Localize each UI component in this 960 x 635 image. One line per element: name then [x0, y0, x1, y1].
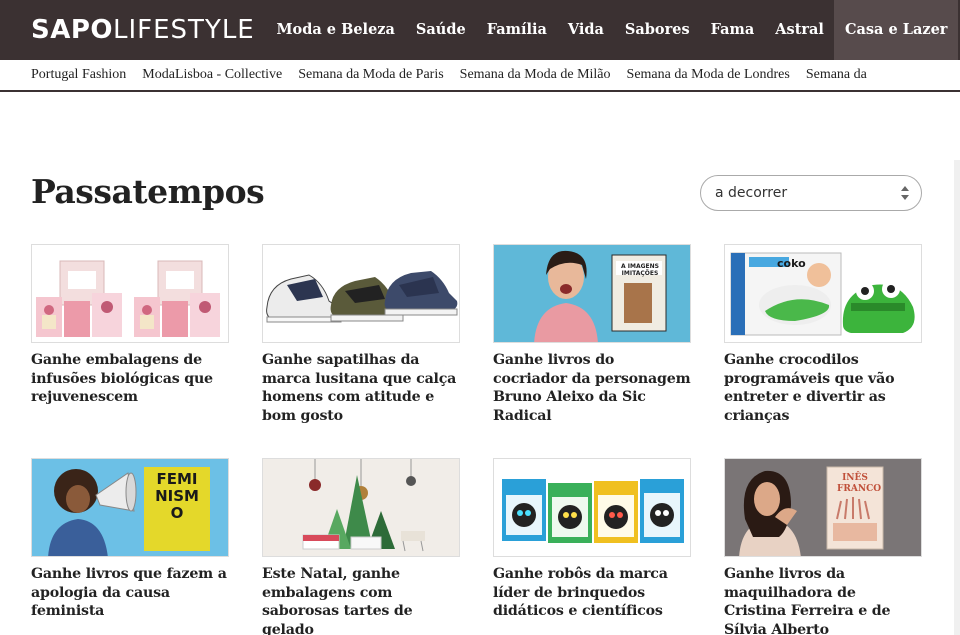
- select-arrows-icon: [901, 186, 909, 200]
- tea-boxes-illustration: [36, 260, 220, 337]
- nav-item-sabores[interactable]: Sabores: [614, 0, 700, 60]
- robot-box-2: [548, 483, 592, 543]
- tea-group-right: [134, 260, 220, 337]
- contest-card[interactable]: A IMAGENS IMITAÇÕES Ganhe livros do cocr…: [493, 244, 691, 425]
- contest-thumbnail-tea[interactable]: [31, 244, 229, 343]
- subnav-item-more[interactable]: Semana da: [806, 60, 867, 90]
- right-edge-panel: [954, 160, 960, 635]
- woman-book-illustration: [534, 250, 667, 342]
- contest-title[interactable]: Ganhe crocodilos programáveis que vão en…: [724, 351, 922, 425]
- contest-card[interactable]: INÊS FRANCO Ganhe livros da maquilhadora…: [724, 458, 922, 635]
- contest-title[interactable]: Ganhe livros que fazem a apologia da cau…: [31, 565, 229, 621]
- robot-boxes-illustration: [502, 479, 684, 543]
- contest-thumbnail-christmas[interactable]: [262, 458, 460, 557]
- contest-thumbnail-sneakers[interactable]: [262, 244, 460, 343]
- sub-navigation-bar: Portugal Fashion ModaLisboa - Collective…: [0, 60, 960, 92]
- robot-box-3: [594, 481, 638, 543]
- contest-title[interactable]: Este Natal, ganhe embalagens com saboros…: [262, 565, 460, 635]
- main-nav: Moda e Beleza Saúde Família Vida Sabores…: [266, 0, 958, 60]
- robot-box-4: [640, 479, 684, 543]
- contest-thumbnail-book[interactable]: A IMAGENS IMITAÇÕES: [493, 244, 691, 343]
- book-cover-text: A IMAGENS IMITAÇÕES: [621, 263, 659, 277]
- contest-card[interactable]: coko Ganhe crocodilos programáveis que v…: [724, 244, 922, 425]
- woman-book-illustration-2: [739, 466, 884, 556]
- logo-light-text: LIFESTYLE: [113, 15, 255, 45]
- contest-title[interactable]: Ganhe sapatilhas da marca lusitana que c…: [262, 351, 460, 425]
- subnav-item-londres[interactable]: Semana da Moda de Londres: [627, 60, 790, 90]
- contest-card[interactable]: Ganhe sapatilhas da marca lusitana que c…: [262, 244, 460, 425]
- nav-item-fama[interactable]: Fama: [700, 0, 765, 60]
- page-title: Passatempos: [31, 172, 265, 211]
- subnav-item-paris[interactable]: Semana da Moda de Paris: [298, 60, 443, 90]
- coko-toy-illustration: [730, 252, 915, 336]
- contest-thumbnail-feminismo[interactable]: FEMINISMO: [31, 458, 229, 557]
- filter-selected-value: a decorrer: [715, 185, 788, 201]
- coko-brand-text: coko: [777, 257, 806, 270]
- nav-item-familia[interactable]: Família: [476, 0, 557, 60]
- nav-item-saude[interactable]: Saúde: [405, 0, 476, 60]
- nav-item-casa-e-lazer[interactable]: Casa e Lazer: [834, 0, 958, 60]
- nav-item-vida[interactable]: Vida: [557, 0, 614, 60]
- nav-item-moda-e-beleza[interactable]: Moda e Beleza: [266, 0, 405, 60]
- contest-title[interactable]: Ganhe embalagens de infusões biológicas …: [31, 351, 229, 407]
- book-author-text: INÊS FRANCO: [837, 473, 882, 494]
- logo-bold-text: SAPO: [31, 15, 114, 45]
- contest-thumbnail-robots[interactable]: [493, 458, 691, 557]
- contest-thumbnail-coko[interactable]: coko: [724, 244, 922, 343]
- subnav-item-milao[interactable]: Semana da Moda de Milão: [460, 60, 611, 90]
- tea-group-left: [36, 260, 122, 337]
- robot-box-1: [502, 479, 546, 541]
- sneakers-illustration: [266, 271, 458, 323]
- contest-card[interactable]: Este Natal, ganhe embalagens com saboros…: [262, 458, 460, 635]
- subnav-item-modalisboa[interactable]: ModaLisboa - Collective: [142, 60, 282, 90]
- contest-card[interactable]: FEMINISMO Ganhe livros que fazem a apolo…: [31, 458, 229, 621]
- subnav-list: Portugal Fashion ModaLisboa - Collective…: [31, 60, 883, 90]
- status-filter-select[interactable]: a decorrer: [700, 175, 922, 211]
- contest-title[interactable]: Ganhe livros do cocriador da personagem …: [493, 351, 691, 425]
- top-navigation-bar: SAPO LIFESTYLE Moda e Beleza Saúde Famíli…: [0, 0, 960, 60]
- feminismo-book-title: FEMINISMO: [155, 470, 199, 522]
- contest-thumbnail-ines-franco[interactable]: INÊS FRANCO: [724, 458, 922, 557]
- nav-item-astral[interactable]: Astral: [765, 0, 835, 60]
- christmas-scene-illustration: [302, 459, 425, 552]
- subnav-item-portugal-fashion[interactable]: Portugal Fashion: [31, 60, 126, 90]
- contest-card[interactable]: Ganhe embalagens de infusões biológicas …: [31, 244, 229, 407]
- sapo-lifestyle-logo[interactable]: SAPO LIFESTYLE: [31, 14, 255, 46]
- contest-title[interactable]: Ganhe robôs da marca líder de brinquedos…: [493, 565, 691, 621]
- contest-title[interactable]: Ganhe livros da maquilhadora de Cristina…: [724, 565, 922, 635]
- contest-card[interactable]: Ganhe robôs da marca líder de brinquedos…: [493, 458, 691, 621]
